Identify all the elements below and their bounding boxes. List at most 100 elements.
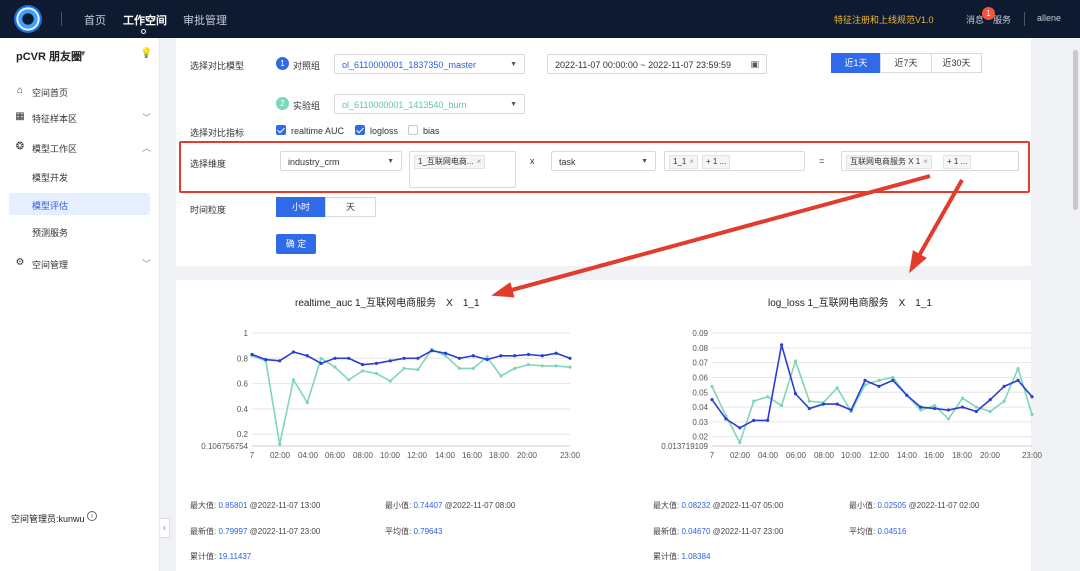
y-tick-label: 0.04 xyxy=(692,403,708,412)
data-point xyxy=(513,366,517,371)
y-tick-label: 0.08 xyxy=(692,344,708,353)
x-tick-label: 16:00 xyxy=(462,451,483,460)
series-line xyxy=(711,344,1033,429)
x-tick-label: 12:00 xyxy=(869,451,890,460)
data-point xyxy=(347,378,351,382)
x-tick-label: 04:00 xyxy=(758,451,779,460)
data-point xyxy=(960,396,965,400)
y-tick-label: 0.06 xyxy=(692,373,708,382)
data-point xyxy=(485,357,489,362)
x-tick-label: 16:00 xyxy=(924,451,945,460)
stat-label: 最小值: xyxy=(385,501,412,510)
data-point xyxy=(402,366,406,371)
series-line xyxy=(251,349,571,366)
stat-time: @2022-11-07 08:00 xyxy=(444,501,516,510)
x-tick-label: 06:00 xyxy=(786,451,807,460)
data-point xyxy=(710,384,714,388)
data-point xyxy=(305,354,309,358)
data-point xyxy=(946,408,951,412)
stat-value: 0.02505 xyxy=(877,501,907,510)
data-point xyxy=(471,366,475,371)
data-point xyxy=(807,406,811,411)
y-tick-label: 0.05 xyxy=(692,388,708,397)
stat-label: 最大值: xyxy=(653,501,680,510)
data-point xyxy=(779,343,784,347)
data-point xyxy=(960,405,965,409)
data-point xyxy=(540,354,544,358)
data-point xyxy=(388,379,392,383)
x-tick-label: 02:00 xyxy=(270,451,291,460)
data-point xyxy=(793,359,798,363)
x-tick-label: 04:00 xyxy=(298,451,319,460)
y-tick-label: 0.02 xyxy=(692,433,708,442)
y-tick-label: 0.2 xyxy=(237,430,249,439)
series-line xyxy=(251,348,571,445)
data-point xyxy=(540,364,544,368)
data-point xyxy=(752,399,756,403)
data-point xyxy=(333,365,337,369)
data-point xyxy=(1030,412,1034,417)
data-point xyxy=(554,364,558,368)
stat-value: 0.79643 xyxy=(413,527,443,536)
annotation-arrow-right-head xyxy=(909,250,927,274)
x-tick-label: 7 xyxy=(250,451,255,460)
stat-label: 最小值: xyxy=(849,501,876,510)
x-tick-label: 10:00 xyxy=(841,451,862,460)
data-point xyxy=(877,384,881,388)
data-point xyxy=(568,365,572,369)
data-point xyxy=(554,351,558,355)
data-point xyxy=(1030,395,1034,399)
x-tick-label: 10:00 xyxy=(380,451,401,460)
data-point xyxy=(374,371,379,376)
data-point xyxy=(724,417,728,421)
y-tick-label: 0.4 xyxy=(237,405,249,414)
left-max-stat: 最大值: 0.85801 @2022-11-07 13:00 xyxy=(190,500,320,511)
stat-value: 0.04516 xyxy=(877,527,907,536)
stat-label: 最大值: xyxy=(190,501,217,510)
data-point xyxy=(430,349,434,353)
y-tick-label: 1 xyxy=(244,329,249,338)
data-point xyxy=(250,352,254,357)
data-point xyxy=(766,418,770,423)
data-point xyxy=(278,442,282,446)
stat-value: 0.79997 xyxy=(218,527,248,536)
data-point xyxy=(974,409,978,414)
data-point xyxy=(738,426,742,430)
data-point xyxy=(877,378,881,383)
data-point xyxy=(974,405,978,409)
right-min-stat: 最小值: 0.02505 @2022-11-07 02:00 xyxy=(849,500,979,511)
data-point xyxy=(779,403,784,408)
data-point xyxy=(835,402,839,406)
data-point xyxy=(793,392,798,396)
annotation-arrow-left-head xyxy=(491,282,515,298)
stat-value: 0.85801 xyxy=(218,501,248,510)
data-point xyxy=(416,356,420,360)
data-point xyxy=(278,359,282,363)
stat-label: 最新值: xyxy=(653,527,680,536)
x-tick-label: 20:00 xyxy=(517,451,538,460)
x-tick-label: 18:00 xyxy=(489,451,510,460)
left-min-stat: 最小值: 0.74407 @2022-11-07 08:00 xyxy=(385,500,515,511)
stat-value: 0.08232 xyxy=(681,501,711,510)
data-point xyxy=(388,359,392,363)
data-point xyxy=(291,378,296,382)
x-tick-label: 23:00 xyxy=(560,451,581,460)
stat-label: 累计值: xyxy=(190,552,217,561)
x-tick-label: 18:00 xyxy=(952,451,973,460)
scrollbar[interactable] xyxy=(1073,50,1078,210)
data-point xyxy=(416,368,420,372)
stat-time: @2022-11-07 05:00 xyxy=(712,501,784,510)
charts-svg: 10.80.60.40.20.1067567547 02:00 04:00 06:00… xyxy=(201,174,1043,460)
data-point xyxy=(526,352,531,357)
data-point xyxy=(319,356,323,360)
stat-value: 0.04670 xyxy=(681,527,711,536)
data-point xyxy=(988,409,992,414)
x-tick-label: 20:00 xyxy=(980,451,1001,460)
stat-time: @2022-11-07 13:00 xyxy=(249,501,321,510)
data-point xyxy=(291,350,296,354)
x-tick-label: 08:00 xyxy=(353,451,374,460)
x-tick-label: 06:00 xyxy=(325,451,346,460)
x-tick-label: 23:00 xyxy=(1022,451,1043,460)
data-point xyxy=(457,366,461,371)
data-point xyxy=(933,403,937,408)
